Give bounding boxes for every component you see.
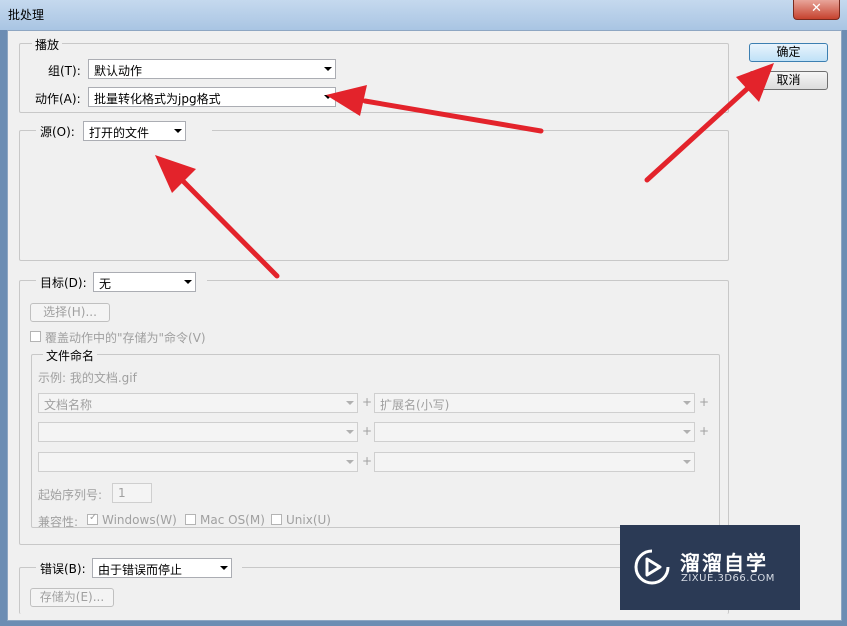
errors-legend: 错误(B): 由于错误而停止 [36, 558, 242, 578]
watermark: 溜溜自学 ZIXUE.3D66.COM [620, 525, 800, 610]
naming-field-6[interactable] [374, 452, 695, 472]
action-label: 动作(A): [35, 92, 81, 106]
chevron-down-icon [324, 95, 332, 99]
watermark-url: ZIXUE.3D66.COM [681, 573, 775, 584]
play-group: 播放 组(T): 默认动作 动作(A): 批量转化格式为jpg格式 [19, 36, 729, 113]
chevron-down-icon [683, 401, 691, 405]
chevron-down-icon [174, 129, 182, 133]
naming-field-3[interactable] [38, 422, 358, 442]
errors-select[interactable]: 由于错误而停止 [92, 558, 232, 578]
chevron-down-icon [683, 460, 691, 464]
save-as-button[interactable]: 存储为(E)... [30, 588, 114, 607]
cancel-button[interactable]: 取消 [749, 71, 828, 90]
target-label: 目标(D): [40, 276, 87, 290]
group-label: 组(T): [48, 64, 81, 78]
naming-field-2-value: 扩展名(小写) [380, 398, 450, 412]
close-icon: ✕ [811, 1, 822, 16]
unix-label: Unix(U) [286, 513, 331, 527]
windows-checkbox[interactable]: ✓ [87, 512, 98, 525]
play-legend: 播放 [32, 36, 63, 53]
file-naming-legend: 文件命名 [43, 347, 98, 364]
windows-label: Windows(W) [102, 513, 177, 527]
errors-select-value: 由于错误而停止 [98, 563, 183, 577]
target-group: 目标(D): 无 选择(H)... 覆盖动作中的"存储为"命令(V) 文件命名 … [19, 272, 729, 545]
override-save-as-checkbox[interactable] [30, 331, 41, 342]
group-select-value: 默认动作 [94, 64, 143, 78]
play-logo-icon [634, 549, 670, 585]
source-select[interactable]: 打开的文件 [83, 121, 186, 141]
plus-sign: + [699, 395, 710, 409]
plus-sign: + [362, 424, 373, 438]
watermark-brand: 溜溜自学 [680, 551, 768, 575]
target-select[interactable]: 无 [93, 272, 196, 292]
plus-sign: + [362, 454, 373, 468]
compat-label: 兼容性: [38, 515, 79, 529]
errors-label: 错误(B): [40, 562, 86, 576]
file-naming-group: 文件命名 示例: 我的文档.gif 文档名称 + 扩展名(小写) + + + +… [31, 347, 720, 529]
source-group: 源(O): 打开的文件 [19, 121, 729, 261]
target-legend: 目标(D): 无 [36, 272, 207, 292]
plus-sign: + [362, 395, 373, 409]
source-label: 源(O): [40, 125, 75, 139]
macos-label: Mac OS(M) [200, 513, 265, 527]
naming-field-1[interactable]: 文档名称 [38, 393, 358, 413]
chevron-down-icon [346, 430, 354, 434]
close-button[interactable]: ✕ [793, 0, 840, 20]
chevron-down-icon [324, 67, 332, 71]
unix-checkbox[interactable] [271, 514, 282, 525]
naming-field-4[interactable] [374, 422, 695, 442]
ok-button[interactable]: 确定 [749, 43, 828, 62]
naming-field-2[interactable]: 扩展名(小写) [374, 393, 695, 413]
chevron-down-icon [220, 566, 228, 570]
macos-checkbox[interactable] [185, 514, 196, 525]
plus-sign: + [699, 424, 710, 438]
action-select[interactable]: 批量转化格式为jpg格式 [88, 87, 336, 107]
serial-input[interactable]: 1 [112, 483, 152, 503]
group-select[interactable]: 默认动作 [88, 59, 336, 79]
chevron-down-icon [346, 401, 354, 405]
title-bar: 批处理 ✕ [0, 0, 847, 30]
choose-button[interactable]: 选择(H)... [30, 303, 110, 322]
chevron-down-icon [184, 280, 192, 284]
source-select-value: 打开的文件 [89, 126, 150, 140]
target-select-value: 无 [99, 277, 112, 291]
naming-example: 示例: 我的文档.gif [38, 371, 137, 385]
naming-field-1-value: 文档名称 [44, 398, 93, 412]
window-title: 批处理 [8, 8, 45, 22]
source-legend: 源(O): 打开的文件 [36, 121, 212, 141]
override-save-as-label: 覆盖动作中的"存储为"命令(V) [45, 331, 206, 345]
action-select-value: 批量转化格式为jpg格式 [94, 92, 221, 106]
chevron-down-icon [346, 460, 354, 464]
chevron-down-icon [683, 430, 691, 434]
serial-label: 起始序列号: [38, 488, 103, 502]
naming-field-5[interactable] [38, 452, 358, 472]
